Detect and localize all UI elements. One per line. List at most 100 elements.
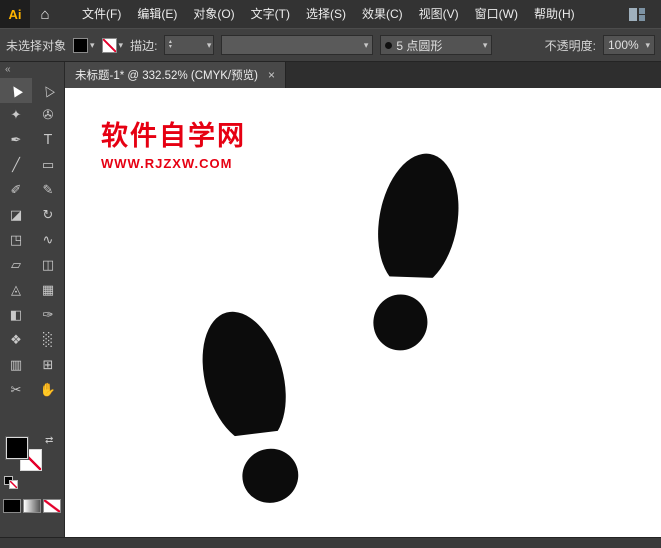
gradient-tool-icon: ◧ — [9, 308, 23, 323]
footprint-right[interactable] — [348, 146, 478, 359]
watermark-title: 软件自学网 — [101, 121, 246, 151]
width-tool-icon: ∿ — [42, 233, 54, 248]
scale-tool[interactable]: ◳ — [0, 228, 32, 253]
menu-items: 文件(F) 编辑(E) 对象(O) 文字(T) 选择(S) 效果(C) 视图(V… — [74, 0, 583, 28]
width-tool[interactable]: ∿ — [32, 228, 64, 253]
opacity-dropdown[interactable]: 100% ▾ — [603, 35, 655, 55]
line-segment-tool[interactable]: ╱ — [0, 153, 32, 178]
selection-status-label: 未选择对象 — [6, 38, 67, 53]
gradient-button[interactable] — [23, 499, 41, 513]
slice-tool[interactable]: ✂ — [0, 378, 32, 403]
type-tool[interactable]: T — [32, 128, 64, 153]
brush-definition-dropdown[interactable]: 5 点圆形 ▾ — [380, 35, 493, 55]
menu-type[interactable]: 文字(T) — [243, 0, 298, 28]
chevron-down-icon: ▾ — [645, 39, 650, 50]
stroke-weight-stepper[interactable]: ▴ ▾ ▾ — [164, 35, 215, 55]
blend-tool-icon: ❖ — [10, 333, 22, 348]
brush-preview-icon — [385, 41, 393, 49]
artboard-tool-icon: ⊞ — [42, 358, 54, 373]
free-transform-tool[interactable]: ▱ — [0, 253, 32, 278]
menu-view[interactable]: 视图(V) — [411, 0, 467, 28]
fill-swatch[interactable] — [73, 37, 89, 53]
swap-fill-stroke-icon[interactable]: ⇄ — [45, 435, 53, 446]
eraser-tool[interactable]: ◪ — [0, 203, 32, 228]
blend-tool[interactable]: ❖ — [0, 328, 32, 353]
direct-selection-tool[interactable]: △ — [32, 78, 64, 103]
stepper-arrows-icon[interactable]: ▴ ▾ — [165, 39, 175, 50]
menu-file[interactable]: 文件(F) — [74, 0, 129, 28]
document-tab-bar: 未标题-1* @ 332.52% (CMYK/预览) × — [65, 62, 661, 88]
workspace-switcher-icon[interactable] — [629, 7, 645, 21]
symbol-sprayer-tool[interactable]: ░ — [32, 328, 64, 353]
watermark-url: WWW.RJZXW.COM — [101, 156, 233, 171]
mesh-tool-icon: ▦ — [41, 283, 55, 298]
perspective-grid-tool-icon: ◬ — [11, 283, 21, 298]
none-button[interactable] — [43, 499, 61, 513]
watermark: 软件自学网 WWW.RJZXW.COM — [101, 114, 246, 171]
chevron-down-icon: ▾ — [482, 39, 488, 50]
fill-stroke-controls: ⇄ — [0, 420, 65, 530]
paintbrush-tool[interactable]: ✐ — [0, 178, 32, 203]
slice-tool-icon: ✂ — [10, 383, 22, 398]
menu-object[interactable]: 对象(O) — [185, 0, 242, 28]
control-bar: 未选择对象 ▾ ▾ 描边: ▴ ▾ ▾ ▾ 5 点圆形 ▾ 不透明度: 100%… — [0, 28, 661, 62]
menu-help[interactable]: 帮助(H) — [526, 0, 583, 28]
tools-panel: « ▲ △ ✦ ✇ ✒ T ╱ ▭ ✐ ✎ ◪ ↻ ◳ ∿ ▱ ◫ ◬ ▦ ◧ … — [0, 62, 65, 538]
hand-tool-icon: ✋ — [39, 383, 57, 398]
menu-window[interactable]: 窗口(W) — [467, 0, 526, 28]
collapse-panel-icon[interactable]: « — [0, 62, 64, 78]
chevron-down-icon[interactable]: ▾ — [119, 40, 124, 50]
default-fill-stroke-icon[interactable] — [4, 476, 18, 489]
shape-builder-tool[interactable]: ◫ — [32, 253, 64, 278]
menu-bar: Ai ⌂ 文件(F) 编辑(E) 对象(O) 文字(T) 选择(S) 效果(C)… — [0, 0, 661, 29]
magic-wand-tool-icon: ✦ — [10, 108, 22, 123]
stroke-none-swatch[interactable] — [101, 37, 117, 53]
illustrator-window: Ai ⌂ 文件(F) 编辑(E) 对象(O) 文字(T) 选择(S) 效果(C)… — [0, 0, 661, 548]
column-graph-tool[interactable]: ▥ — [0, 353, 32, 378]
home-icon[interactable]: ⌂ — [30, 6, 60, 23]
selection-tool[interactable]: ▲ — [0, 78, 32, 103]
menu-select[interactable]: 选择(S) — [298, 0, 354, 28]
menu-effect[interactable]: 效果(C) — [354, 0, 411, 28]
hand-tool[interactable]: ✋ — [32, 378, 64, 403]
color-button[interactable] — [3, 499, 21, 513]
fill-color-picker[interactable]: ▾ — [73, 37, 95, 53]
paintbrush-tool-icon: ✐ — [10, 183, 22, 198]
scale-tool-icon: ◳ — [9, 233, 23, 248]
workspace-tile — [639, 14, 645, 21]
artboard-tool[interactable]: ⊞ — [32, 353, 64, 378]
lasso-tool-icon: ✇ — [42, 108, 54, 123]
workspace-tile — [629, 7, 637, 21]
rotate-tool[interactable]: ↻ — [32, 203, 64, 228]
chevron-down-icon: ▾ — [363, 39, 369, 50]
color-mode-buttons — [3, 499, 61, 513]
stroke-color-picker[interactable]: ▾ — [101, 37, 124, 53]
gradient-tool[interactable]: ◧ — [0, 303, 32, 328]
mesh-tool[interactable]: ▦ — [32, 278, 64, 303]
free-transform-tool-icon: ▱ — [11, 258, 21, 273]
shape-builder-tool-icon: ◫ — [41, 258, 55, 273]
rectangle-tool[interactable]: ▭ — [32, 153, 64, 178]
lasso-tool[interactable]: ✇ — [32, 103, 64, 128]
chevron-down-icon[interactable]: ▾ — [207, 40, 212, 50]
status-bar — [0, 537, 661, 548]
rectangle-tool-icon: ▭ — [41, 158, 55, 173]
footprint-left[interactable] — [180, 300, 325, 515]
pen-tool[interactable]: ✒ — [0, 128, 32, 153]
fill-indicator[interactable] — [6, 437, 28, 459]
canvas[interactable]: 软件自学网 WWW.RJZXW.COM — [65, 88, 661, 538]
eyedropper-tool-icon: ✑ — [42, 308, 54, 323]
eyedropper-tool[interactable]: ✑ — [32, 303, 64, 328]
direct-selection-tool-icon: △ — [39, 81, 57, 100]
menu-edit[interactable]: 编辑(E) — [129, 0, 185, 28]
close-tab-icon[interactable]: × — [268, 68, 275, 82]
pencil-tool-icon: ✎ — [42, 183, 54, 198]
document-tab[interactable]: 未标题-1* @ 332.52% (CMYK/预览) × — [65, 62, 286, 88]
magic-wand-tool[interactable]: ✦ — [0, 103, 32, 128]
perspective-grid-tool[interactable]: ◬ — [0, 278, 32, 303]
pencil-tool[interactable]: ✎ — [32, 178, 64, 203]
brush-name: 5 点圆形 — [396, 38, 443, 53]
chevron-down-icon[interactable]: ▾ — [90, 40, 95, 50]
variable-width-profile-dropdown[interactable]: ▾ — [221, 35, 374, 55]
opacity-label: 不透明度: — [544, 38, 596, 53]
